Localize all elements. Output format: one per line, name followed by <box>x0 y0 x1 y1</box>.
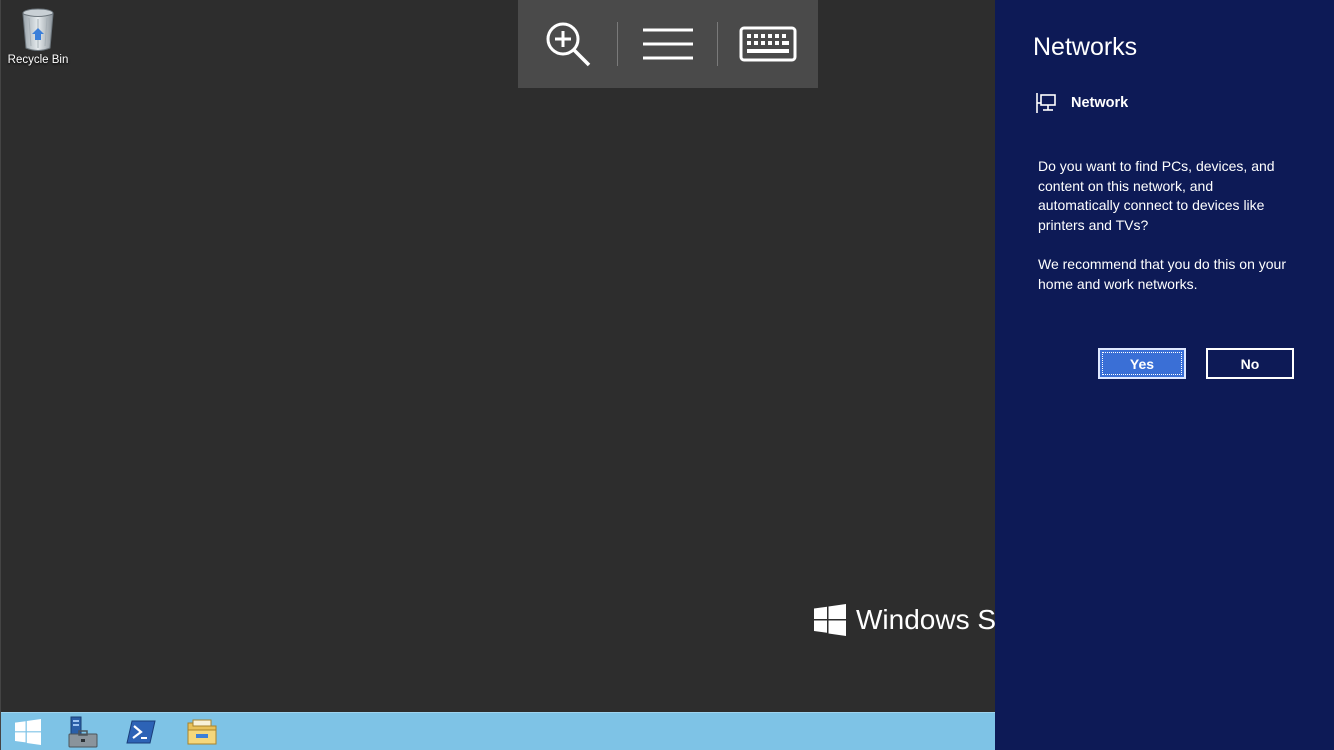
network-name: Network <box>1071 95 1129 111</box>
zoom-in-icon <box>546 22 591 67</box>
keyboard-button[interactable] <box>718 0 818 88</box>
recycle-bin-icon <box>22 8 54 51</box>
desktop: Recycle Bin Windows S <box>0 0 995 750</box>
server-manager-button[interactable] <box>58 715 104 749</box>
discovery-question: Do you want to find PCs, devices, and co… <box>1038 158 1275 233</box>
keyboard-icon <box>739 26 797 62</box>
powershell-icon <box>126 720 156 744</box>
recycle-bin[interactable]: Recycle Bin <box>3 6 73 66</box>
yes-button[interactable]: Yes <box>1098 348 1186 379</box>
recycle-bin-label: Recycle Bin <box>7 54 69 66</box>
network-item[interactable]: Network <box>1035 92 1128 114</box>
server-manager-icon <box>68 716 98 748</box>
windows-server-branding: Windows Se <box>814 604 995 636</box>
taskbar <box>1 712 995 750</box>
windows-start-icon <box>15 719 41 745</box>
recommendation-text: We recommend that you do this on your ho… <box>1038 256 1286 292</box>
wired-network-icon <box>1036 93 1056 113</box>
branding-text: Windows Se <box>856 604 995 635</box>
powershell-button[interactable] <box>118 715 164 749</box>
panel-title: Networks <box>1033 33 1138 61</box>
file-explorer-button[interactable] <box>179 715 225 749</box>
no-button[interactable]: No <box>1206 348 1294 379</box>
start-button[interactable] <box>5 715 51 749</box>
remote-toolbar <box>518 0 818 88</box>
menu-button[interactable] <box>618 0 718 88</box>
windows-logo-icon <box>814 604 846 636</box>
zoom-button[interactable] <box>518 0 618 88</box>
file-explorer-icon <box>187 719 217 745</box>
menu-icon <box>643 28 693 60</box>
networks-panel: Networks Network Do you want to find PCs… <box>995 0 1334 750</box>
